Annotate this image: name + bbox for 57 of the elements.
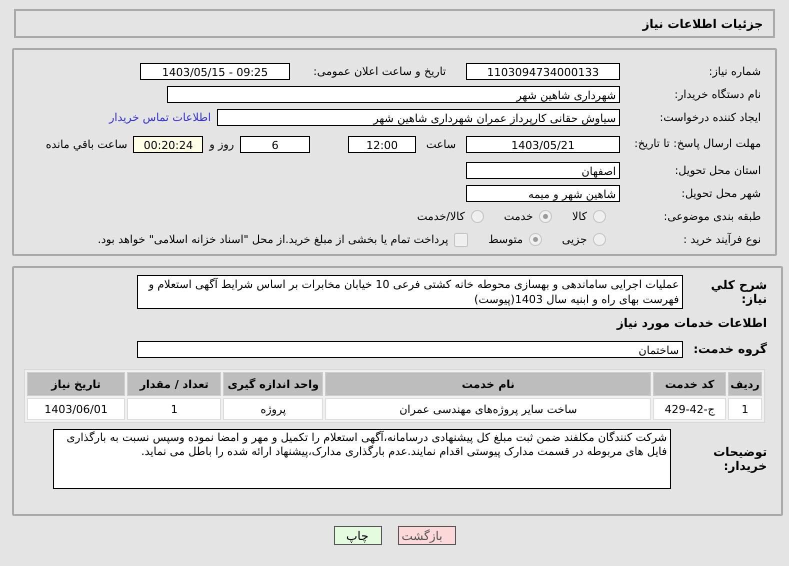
payment-note: پرداخت تمام یا بخشی از مبلغ خرید.از محل "اسناد خزانه اسلامی" خواهد بود. [98,233,448,246]
back-button[interactable]: بازگشت [398,526,456,545]
option-label: متوسط [488,233,523,246]
column-header: نام خدمت [325,372,652,396]
table-cell: پروژه [223,398,324,420]
field-label: مهلت ارسال پاسخ: تا تاریخ: [633,137,761,151]
radio-button[interactable] [539,210,552,223]
text-field[interactable]: 1103094734000133 [466,63,620,80]
field-label: استان محل تحویل: [674,164,761,177]
field-label: شماره نیاز: [708,65,761,78]
option-label: جزیی [562,233,587,246]
radio-button[interactable] [593,233,606,246]
column-header: تعداد / مقدار [127,372,222,396]
checkbox[interactable] [454,232,468,246]
text-field[interactable]: 6 [240,136,310,152]
section-heading: اطلاعات خدمات مورد نیاز [616,316,767,330]
column-header: واحد اندازه گیری [223,372,324,396]
field-label: ساعت [426,138,456,150]
field-label: نوع فرآیند خرید : [682,233,761,246]
field-label: شهر محل تحویل: [680,187,761,200]
option-label: کالا [572,210,587,223]
table-cell: ساخت سایر پروژه‌های مهندسی عمران [325,398,652,420]
text-field[interactable]: ساختمان [137,340,683,358]
radio-button[interactable] [470,210,484,223]
field-label: ایجاد کننده درخواست: [658,111,761,124]
field-label: توضیحات خریدار: [712,445,767,473]
column-header: کد خدمت [653,372,726,396]
option-label: خدمت [504,210,534,223]
table-cell: 1 [728,398,762,420]
text-field[interactable]: 00:20:24 [133,136,204,152]
field-label: ساعت باقي مانده [46,138,128,150]
radio-button[interactable] [528,233,542,246]
table-cell: 1403/06/01 [27,398,126,420]
column-header: تاریخ نیاز [27,372,126,396]
field-label: روز و [209,138,234,150]
field-label: طبقه بندی موضوعی: [662,210,761,223]
text-field[interactable]: شاهین شهر و میمه [466,185,620,202]
column-header: ردیف [728,372,762,396]
text-field[interactable]: شهرداری شاهین شهر [167,86,620,103]
text-field[interactable]: سیاوش حقانی کارپرداز عمران شهرداری شاهین شهر [217,109,620,126]
text-field[interactable]: اصفهان [466,162,620,179]
description-field[interactable]: عملیات اجرایی ساماندهی و بهسازی محوطه خانه کشتی فرعی 10 خیابان مخابرات بر اساس شرایط آگهی استعلام و فهرست بهای راه و ابنیه سال 1403(پیوست) [137,275,683,309]
radio-button[interactable] [593,210,606,223]
page-title: جزئیات اطلاعات نیاز [642,16,763,30]
text-field[interactable]: 1403/05/15 - 09:25 [140,63,290,80]
print-button[interactable]: چاپ [334,526,382,545]
text-field[interactable]: 1403/05/21 [466,136,620,152]
field-label: گروه خدمت: [693,342,767,356]
field-label: تاریخ و ساعت اعلان عمومی: [312,65,446,78]
text-field[interactable]: 12:00 [348,136,416,152]
table-cell: 1 [127,398,222,420]
option-label: کالا/خدمت [417,210,465,223]
field-label: شرح کلي نياز: [710,278,767,306]
notes-field[interactable]: شرکت کنندگان مکلفند ضمن ثبت مبلغ کل پیشنهادی درسامانه،آگهی استعلام را تکمیل و مهر و امضا نموده وسپس نسبت به بارگذاری فایل های مربوطه در قسمت مدارک پیوستی اقدام نمایند.عدم بارگذاری مدارک،پیشنهاد ارائه شده را باطل می نماید. [53,429,671,489]
table-cell: ج-42-429 [653,398,726,420]
contact-link[interactable]: اطلاعات تماس خریدار [109,111,211,124]
field-label: نام دستگاه خریدار: [673,88,761,101]
